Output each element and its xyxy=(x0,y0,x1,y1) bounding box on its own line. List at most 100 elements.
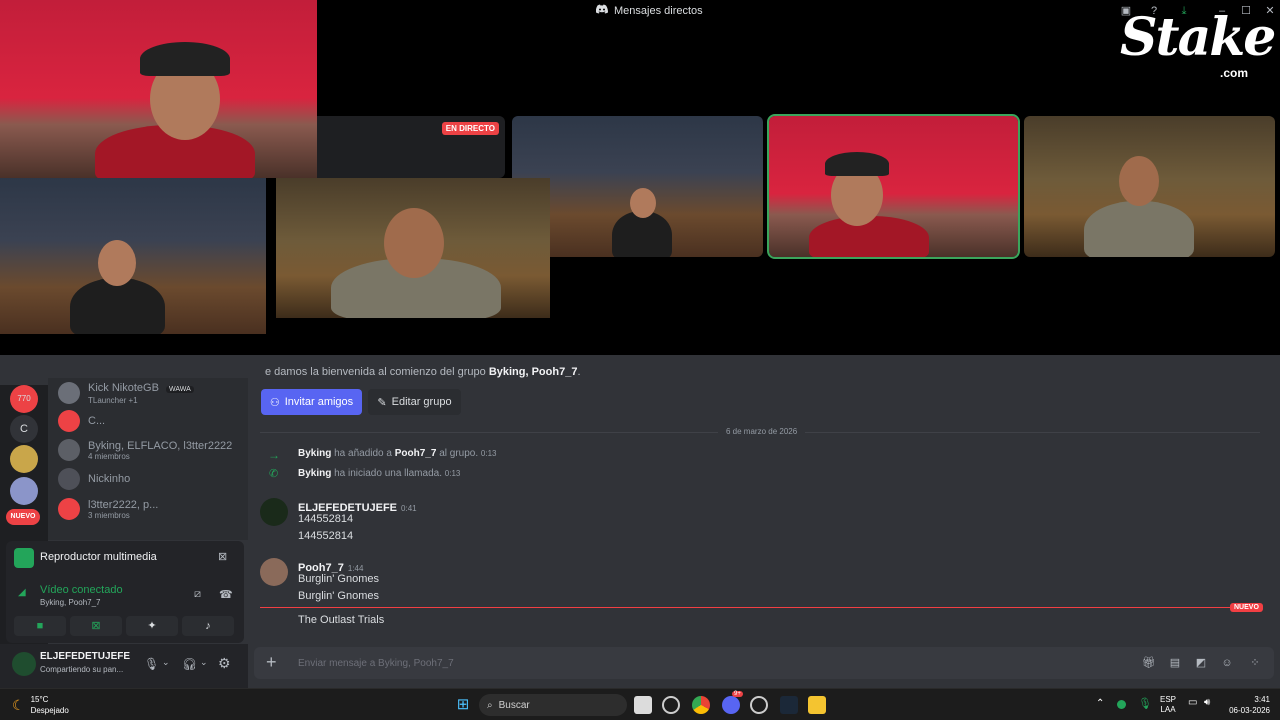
sticker-icon[interactable]: ◩ xyxy=(1194,656,1208,670)
new-messages-badge: NUEVO xyxy=(1230,603,1263,612)
microphone-tray-icon[interactable]: 🎙︎ xyxy=(1138,697,1152,710)
system-target[interactable]: Pooh7_7 xyxy=(395,448,437,459)
clock-time: 3:41 xyxy=(1254,695,1270,704)
task-view-icon[interactable] xyxy=(634,696,652,714)
gif-icon[interactable]: ▤ xyxy=(1168,656,1182,670)
dm-name: Kick NikoteGB xyxy=(88,381,159,394)
media-panel: Reproductor multimedia ⊠ ◢ Vídeo conecta… xyxy=(6,541,244,643)
microphone-icon[interactable]: 🎙︎ xyxy=(144,657,159,671)
welcome-prefix: e damos la bienvenida al comienzo del gr… xyxy=(265,366,489,378)
start-icon[interactable]: ⊞ xyxy=(454,696,472,714)
message-input[interactable] xyxy=(298,654,998,672)
system-actor[interactable]: Byking xyxy=(298,448,331,459)
avatar xyxy=(58,439,80,461)
message-text: Burglin' Gnomes xyxy=(298,573,379,585)
taskbar: ☾ 15°C Despejado ⊞ ⌕ Buscar 9+ ⌃ 🎙︎ ESP … xyxy=(0,688,1280,720)
headphones-icon[interactable]: 🎧︎ xyxy=(182,657,197,671)
chevron-down-icon[interactable]: ⌄ xyxy=(200,657,208,668)
soundboard-button[interactable]: ♪ xyxy=(182,616,234,636)
language-indicator[interactable]: ESP LAA xyxy=(1160,695,1176,715)
dm-item[interactable]: Kick NikoteGB WAWA TLauncher +1 xyxy=(58,378,248,408)
network-icon[interactable]: ▭ xyxy=(1188,697,1197,708)
chevron-down-icon[interactable]: ⌄ xyxy=(162,657,170,668)
apps-icon[interactable]: ⁘ xyxy=(1248,656,1262,670)
taskbar-search[interactable]: ⌕ Buscar xyxy=(479,694,627,716)
close-media-icon[interactable]: ⊠ xyxy=(218,550,227,563)
user-avatar[interactable] xyxy=(12,652,36,676)
activities-button[interactable]: ✦ xyxy=(126,616,178,636)
dm-sub: 3 miembros xyxy=(88,510,130,520)
keyboard-layout: LAA xyxy=(1160,705,1176,714)
server-icon-badge[interactable]: 770 xyxy=(10,385,38,413)
webcam-overlay-main xyxy=(0,0,317,178)
arrow-right-icon: → xyxy=(268,448,280,462)
window-title: Mensajes directos xyxy=(595,4,703,17)
video-tile-pooh7-7[interactable] xyxy=(1024,116,1275,257)
dm-sub: 4 miembros xyxy=(88,451,130,461)
dm-name: C... xyxy=(88,415,106,427)
system-text: ha añadido a xyxy=(331,448,395,459)
dm-item[interactable]: Nickinho xyxy=(58,464,248,494)
edit-group-button[interactable]: ✎ Editar grupo xyxy=(368,389,461,415)
add-attachment-icon[interactable]: + xyxy=(266,652,277,673)
weather-icon: ☾ xyxy=(12,696,25,713)
invite-friends-label: Invitar amigos xyxy=(284,396,354,408)
add-user-icon: ⚇ xyxy=(269,396,280,409)
camera-button[interactable]: ■ xyxy=(14,616,66,636)
server-icon-avatar-1[interactable] xyxy=(10,445,38,473)
weather-widget[interactable]: ☾ 15°C Despejado xyxy=(12,694,69,716)
message-text: The Outlast Trials xyxy=(298,614,385,626)
invite-friends-button[interactable]: ⚇ Invitar amigos xyxy=(261,389,362,415)
edit-group-label: Editar grupo xyxy=(391,396,452,408)
system-actor[interactable]: Byking xyxy=(298,468,331,479)
connection-channel[interactable]: Byking, Pooh7_7 xyxy=(40,598,101,607)
avatar xyxy=(58,382,80,404)
new-messages-divider xyxy=(260,607,1260,608)
server-icon-avatar-2[interactable] xyxy=(10,477,38,505)
app-icon[interactable] xyxy=(662,696,680,714)
emoji-icon[interactable]: ☺ xyxy=(1220,656,1234,670)
avatar[interactable] xyxy=(260,558,288,586)
message-text: Burglin' Gnomes xyxy=(298,590,379,602)
system-message: Byking ha iniciado una llamada. 0:13 xyxy=(298,468,460,479)
message-time: 1:44 xyxy=(347,564,364,573)
gift-icon[interactable]: 🎁︎ xyxy=(1142,656,1156,670)
disconnect-icon[interactable]: ☎ xyxy=(219,588,233,601)
video-tile-eljefedetujefe[interactable] xyxy=(767,114,1020,259)
dm-list: Kick NikoteGB WAWA TLauncher +1 C... Byk… xyxy=(48,378,248,540)
avatar[interactable] xyxy=(260,498,288,526)
chrome-icon[interactable] xyxy=(692,696,710,714)
dm-item[interactable]: C... xyxy=(58,406,248,436)
volume-icon[interactable]: 🔊︎ xyxy=(1204,697,1210,708)
connection-status: Vídeo conectado xyxy=(40,584,123,596)
chevron-up-icon[interactable]: ⌃ xyxy=(1096,698,1104,709)
pencil-icon: ✎ xyxy=(377,396,387,409)
media-player-taskbar-icon[interactable] xyxy=(750,696,768,714)
screen-share-button[interactable]: ⊠ xyxy=(70,616,122,636)
dm-name: Nickinho xyxy=(88,473,131,485)
dm-tag: WAWA xyxy=(165,385,194,393)
system-text: al grupo. xyxy=(436,448,479,459)
gear-icon[interactable]: ⚙ xyxy=(218,655,231,672)
message-text: 144552814 xyxy=(298,513,354,525)
discord-taskbar-icon[interactable]: 9+ xyxy=(722,691,743,714)
status-icon[interactable] xyxy=(1117,700,1126,709)
welcome-text: e damos la bienvenida al comienzo del gr… xyxy=(265,366,581,378)
clock[interactable]: 3:41 06-03-2026 xyxy=(1229,694,1270,716)
folder-icon[interactable] xyxy=(808,696,826,714)
dm-item[interactable]: Byking, ELFLACO, l3tter2222 4 miembros xyxy=(58,435,248,465)
phone-icon: ✆ xyxy=(269,468,279,480)
server-letter: C xyxy=(20,423,28,435)
user-panel: ELJEFEDETUJEFE Compartiendo su pan... 🎙︎… xyxy=(0,644,248,688)
stake-logo-suffix: .com xyxy=(1219,66,1248,80)
live-badge: EN DIRECTO xyxy=(441,122,499,135)
avatar xyxy=(58,410,80,432)
steam-icon[interactable] xyxy=(780,696,798,714)
weather-temperature: 15°C xyxy=(30,695,49,704)
discord-badge: 9+ xyxy=(732,691,743,697)
noise-suppression-icon[interactable]: ⧄ xyxy=(194,588,201,601)
server-icon-c[interactable]: C xyxy=(10,415,38,443)
unread-count: 770 xyxy=(17,394,31,403)
dm-item[interactable]: l3tter2222, p... 3 miembros xyxy=(58,494,248,524)
media-panel-title: Reproductor multimedia xyxy=(40,551,157,563)
